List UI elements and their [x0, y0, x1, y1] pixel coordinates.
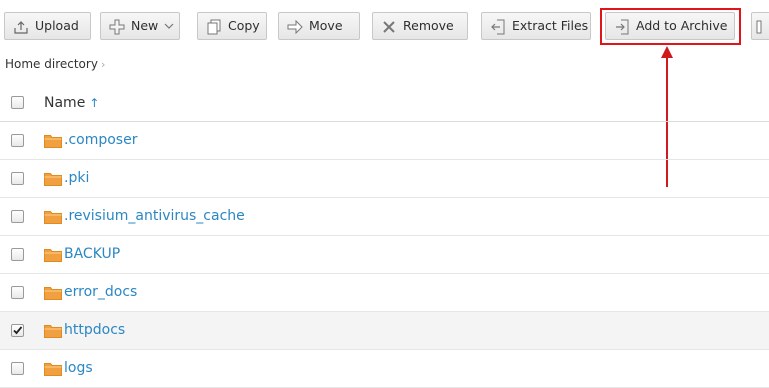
select-all-checkbox[interactable] — [11, 96, 24, 109]
table-header: Name ↑ — [0, 84, 769, 122]
row-checkbox[interactable] — [11, 134, 24, 147]
file-name-link[interactable]: error_docs — [64, 284, 137, 300]
folder-icon — [44, 363, 62, 376]
file-name-link[interactable]: httpdocs — [64, 322, 125, 338]
breadcrumb-home[interactable]: Home directory — [5, 57, 98, 71]
remove-label: Remove — [403, 18, 454, 33]
breadcrumb: Home directory › — [5, 57, 105, 71]
upload-button[interactable]: Upload — [4, 12, 91, 40]
remove-button[interactable]: Remove — [372, 12, 468, 40]
row-checkbox[interactable] — [11, 248, 24, 261]
more-icon — [756, 20, 762, 34]
checkmark-icon — [13, 326, 23, 335]
plus-icon — [109, 19, 125, 35]
extract-files-button[interactable]: Extract Files — [481, 12, 591, 40]
row-checkbox[interactable] — [11, 286, 24, 299]
folder-icon — [44, 325, 62, 338]
new-button[interactable]: New — [100, 12, 180, 40]
folder-icon — [44, 211, 62, 224]
arrow-right-icon — [287, 19, 303, 35]
move-button[interactable]: Move — [278, 12, 360, 40]
row-checkbox[interactable] — [11, 324, 24, 337]
table-row[interactable]: httpdocs — [0, 312, 769, 350]
copy-button[interactable]: Copy — [197, 12, 267, 40]
close-icon — [383, 21, 395, 33]
file-name-link[interactable]: BACKUP — [64, 246, 120, 262]
folder-icon — [44, 249, 62, 262]
file-name-link[interactable]: .composer — [64, 132, 137, 148]
table-row[interactable]: .composer — [0, 122, 769, 160]
chevron-down-icon — [164, 23, 174, 29]
row-checkbox[interactable] — [11, 210, 24, 223]
table-row[interactable]: BACKUP — [0, 236, 769, 274]
table-row[interactable]: .pki — [0, 160, 769, 198]
sort-arrow-icon: ↑ — [89, 96, 100, 110]
file-name-link[interactable]: .pki — [64, 170, 89, 186]
table-row[interactable]: error_docs — [0, 274, 769, 312]
copy-label: Copy — [228, 18, 260, 33]
table-row[interactable]: logs — [0, 350, 769, 388]
move-label: Move — [309, 18, 343, 33]
more-button[interactable] — [751, 12, 769, 40]
table-row[interactable]: .revisium_antivirus_cache — [0, 198, 769, 236]
file-name-link[interactable]: .revisium_antivirus_cache — [64, 208, 245, 224]
copy-icon — [207, 19, 221, 35]
file-name-link[interactable]: logs — [64, 360, 93, 376]
extract-files-label: Extract Files — [512, 18, 589, 33]
table-body: .composer .pki .revisium_antivirus_cache BA… — [0, 122, 769, 388]
chevron-right-icon: › — [100, 58, 106, 71]
new-label: New — [131, 18, 159, 33]
name-column-label: Name — [44, 95, 86, 111]
highlight-box — [600, 8, 741, 45]
extract-icon — [491, 19, 505, 35]
folder-icon — [44, 135, 62, 148]
row-checkbox[interactable] — [11, 362, 24, 375]
folder-icon — [44, 287, 62, 300]
upload-icon — [14, 21, 28, 34]
folder-icon — [44, 173, 62, 186]
file-table: Name ↑ .composer .pki .revisium_antivirus_c… — [0, 84, 769, 388]
row-checkbox[interactable] — [11, 172, 24, 185]
name-column-header[interactable]: Name ↑ — [44, 95, 99, 111]
upload-label: Upload — [35, 18, 79, 33]
